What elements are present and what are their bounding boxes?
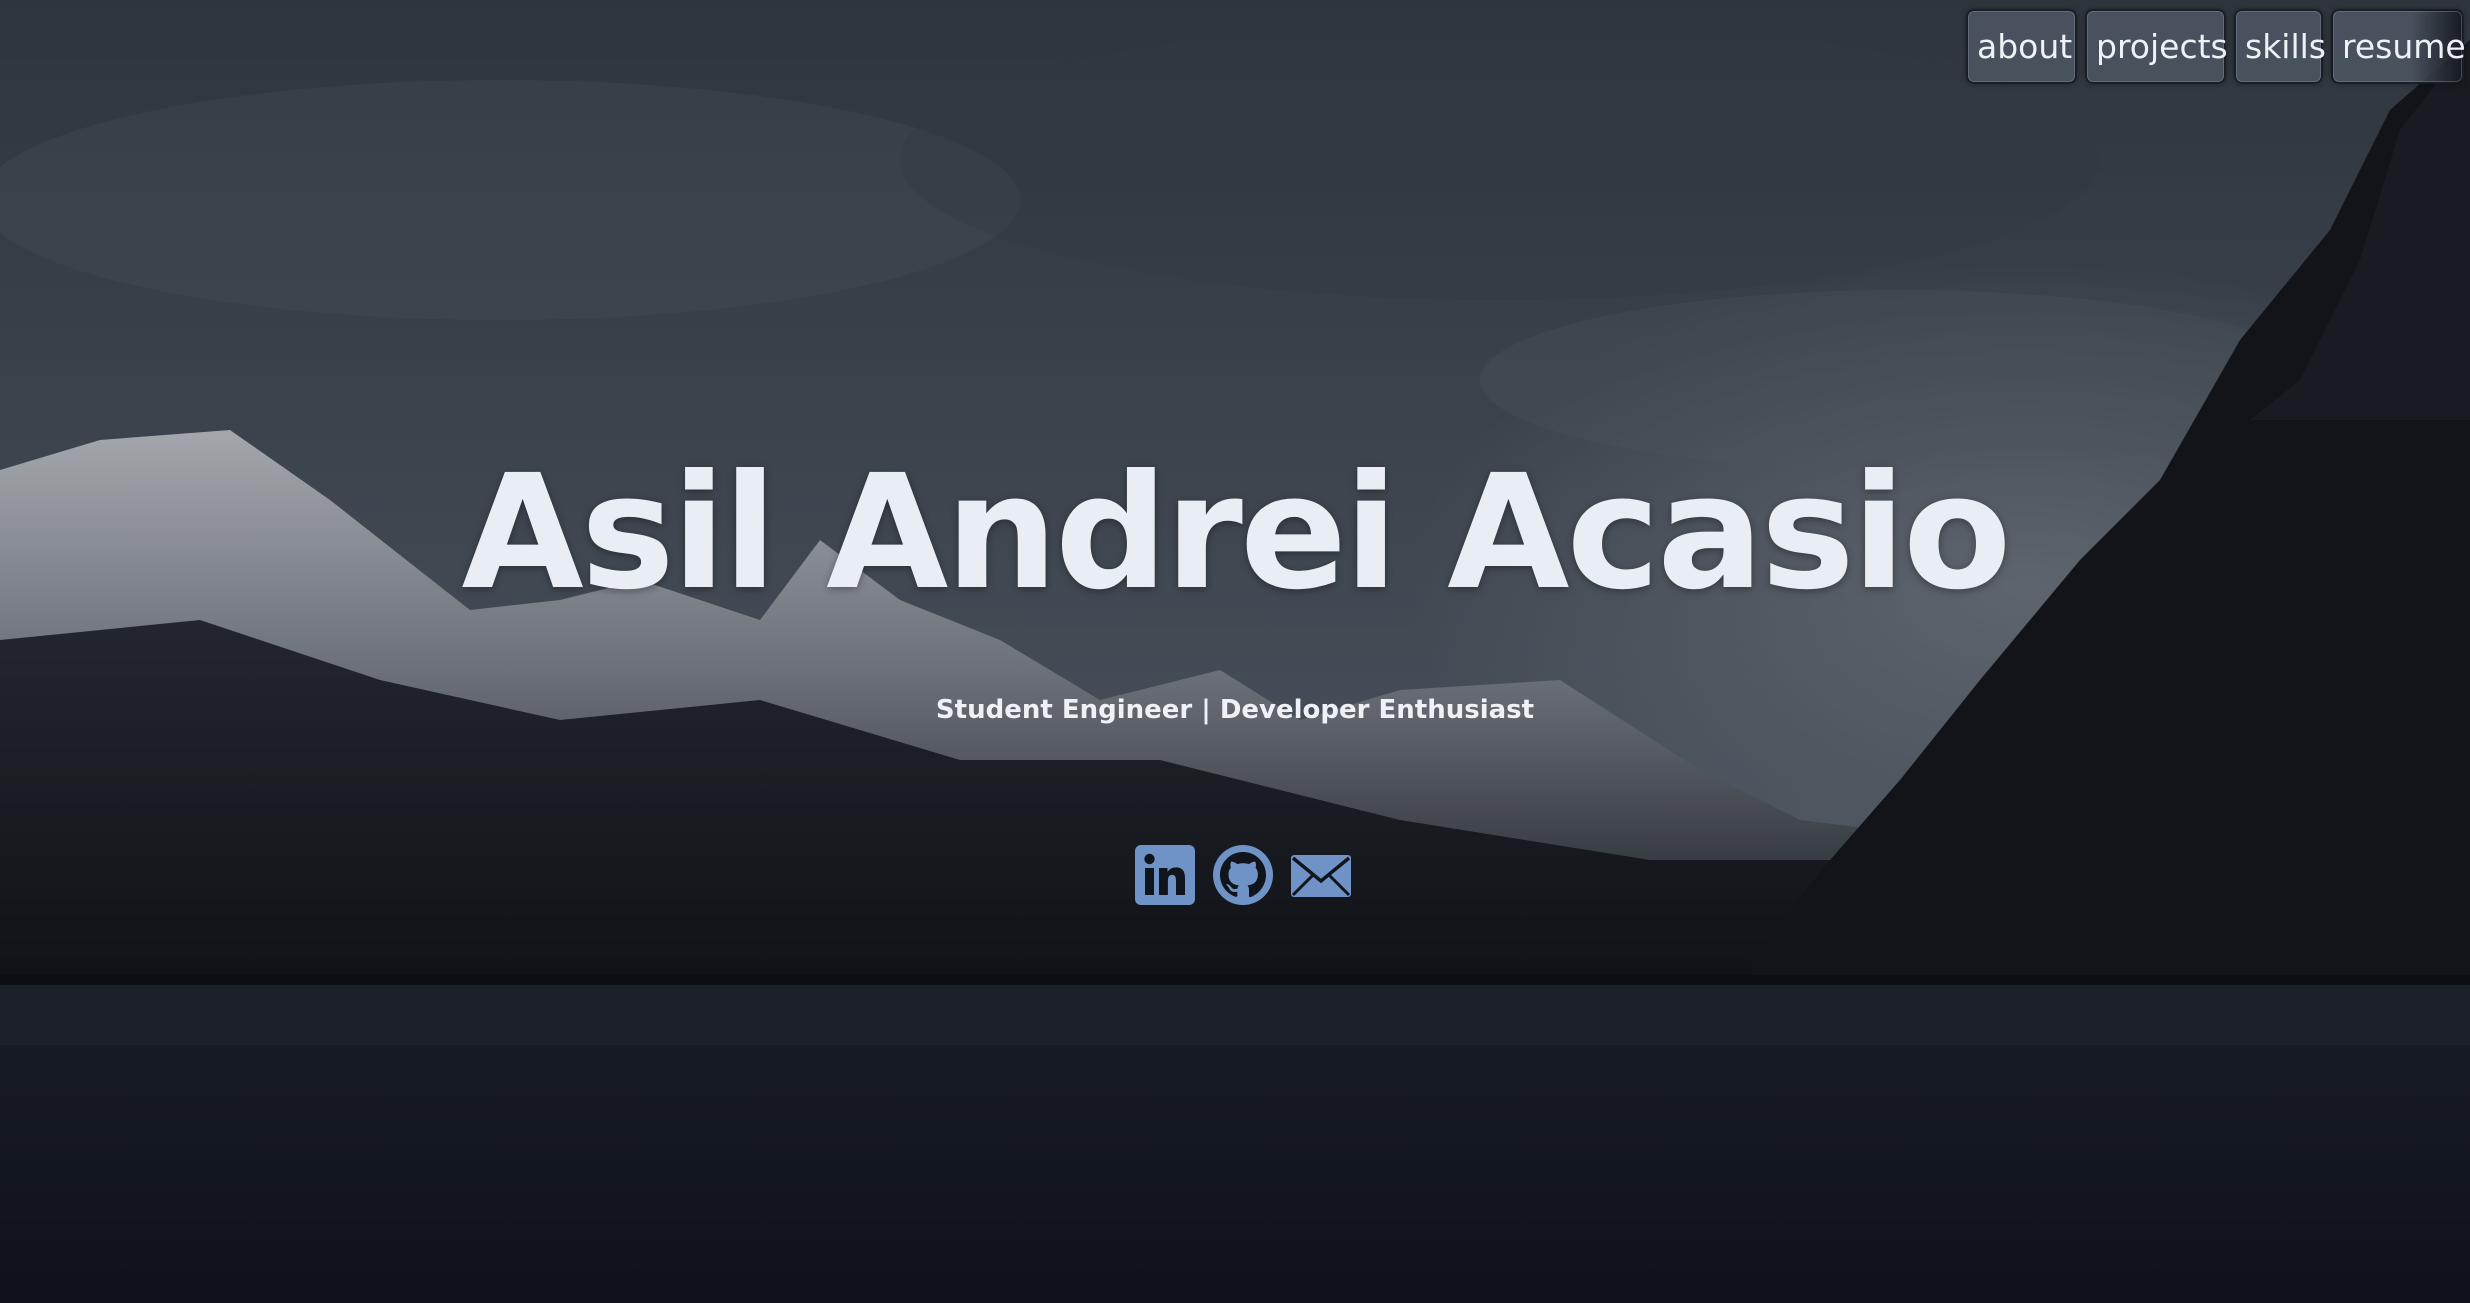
nav-projects-button[interactable]: projects <box>2085 9 2228 84</box>
email-icon <box>1291 855 1351 897</box>
email-link[interactable] <box>1289 843 1353 907</box>
github-link[interactable] <box>1211 843 1275 907</box>
social-links <box>1133 843 1353 907</box>
nav-about-button[interactable]: about <box>1966 9 2077 84</box>
hero-background-image <box>0 0 2470 1303</box>
linkedin-icon <box>1135 845 1195 905</box>
hero-subtitle: Student Engineer | Developer Enthusiast <box>935 695 1535 725</box>
nav-resume-button[interactable]: resume <box>2331 9 2466 84</box>
nav-skills-button[interactable]: skills <box>2234 9 2326 84</box>
hero-title: Asil Andrei Acasio <box>461 441 2011 625</box>
top-nav: about projects skills resume <box>1966 9 2466 84</box>
github-icon <box>1213 845 1273 905</box>
linkedin-link[interactable] <box>1133 843 1197 907</box>
